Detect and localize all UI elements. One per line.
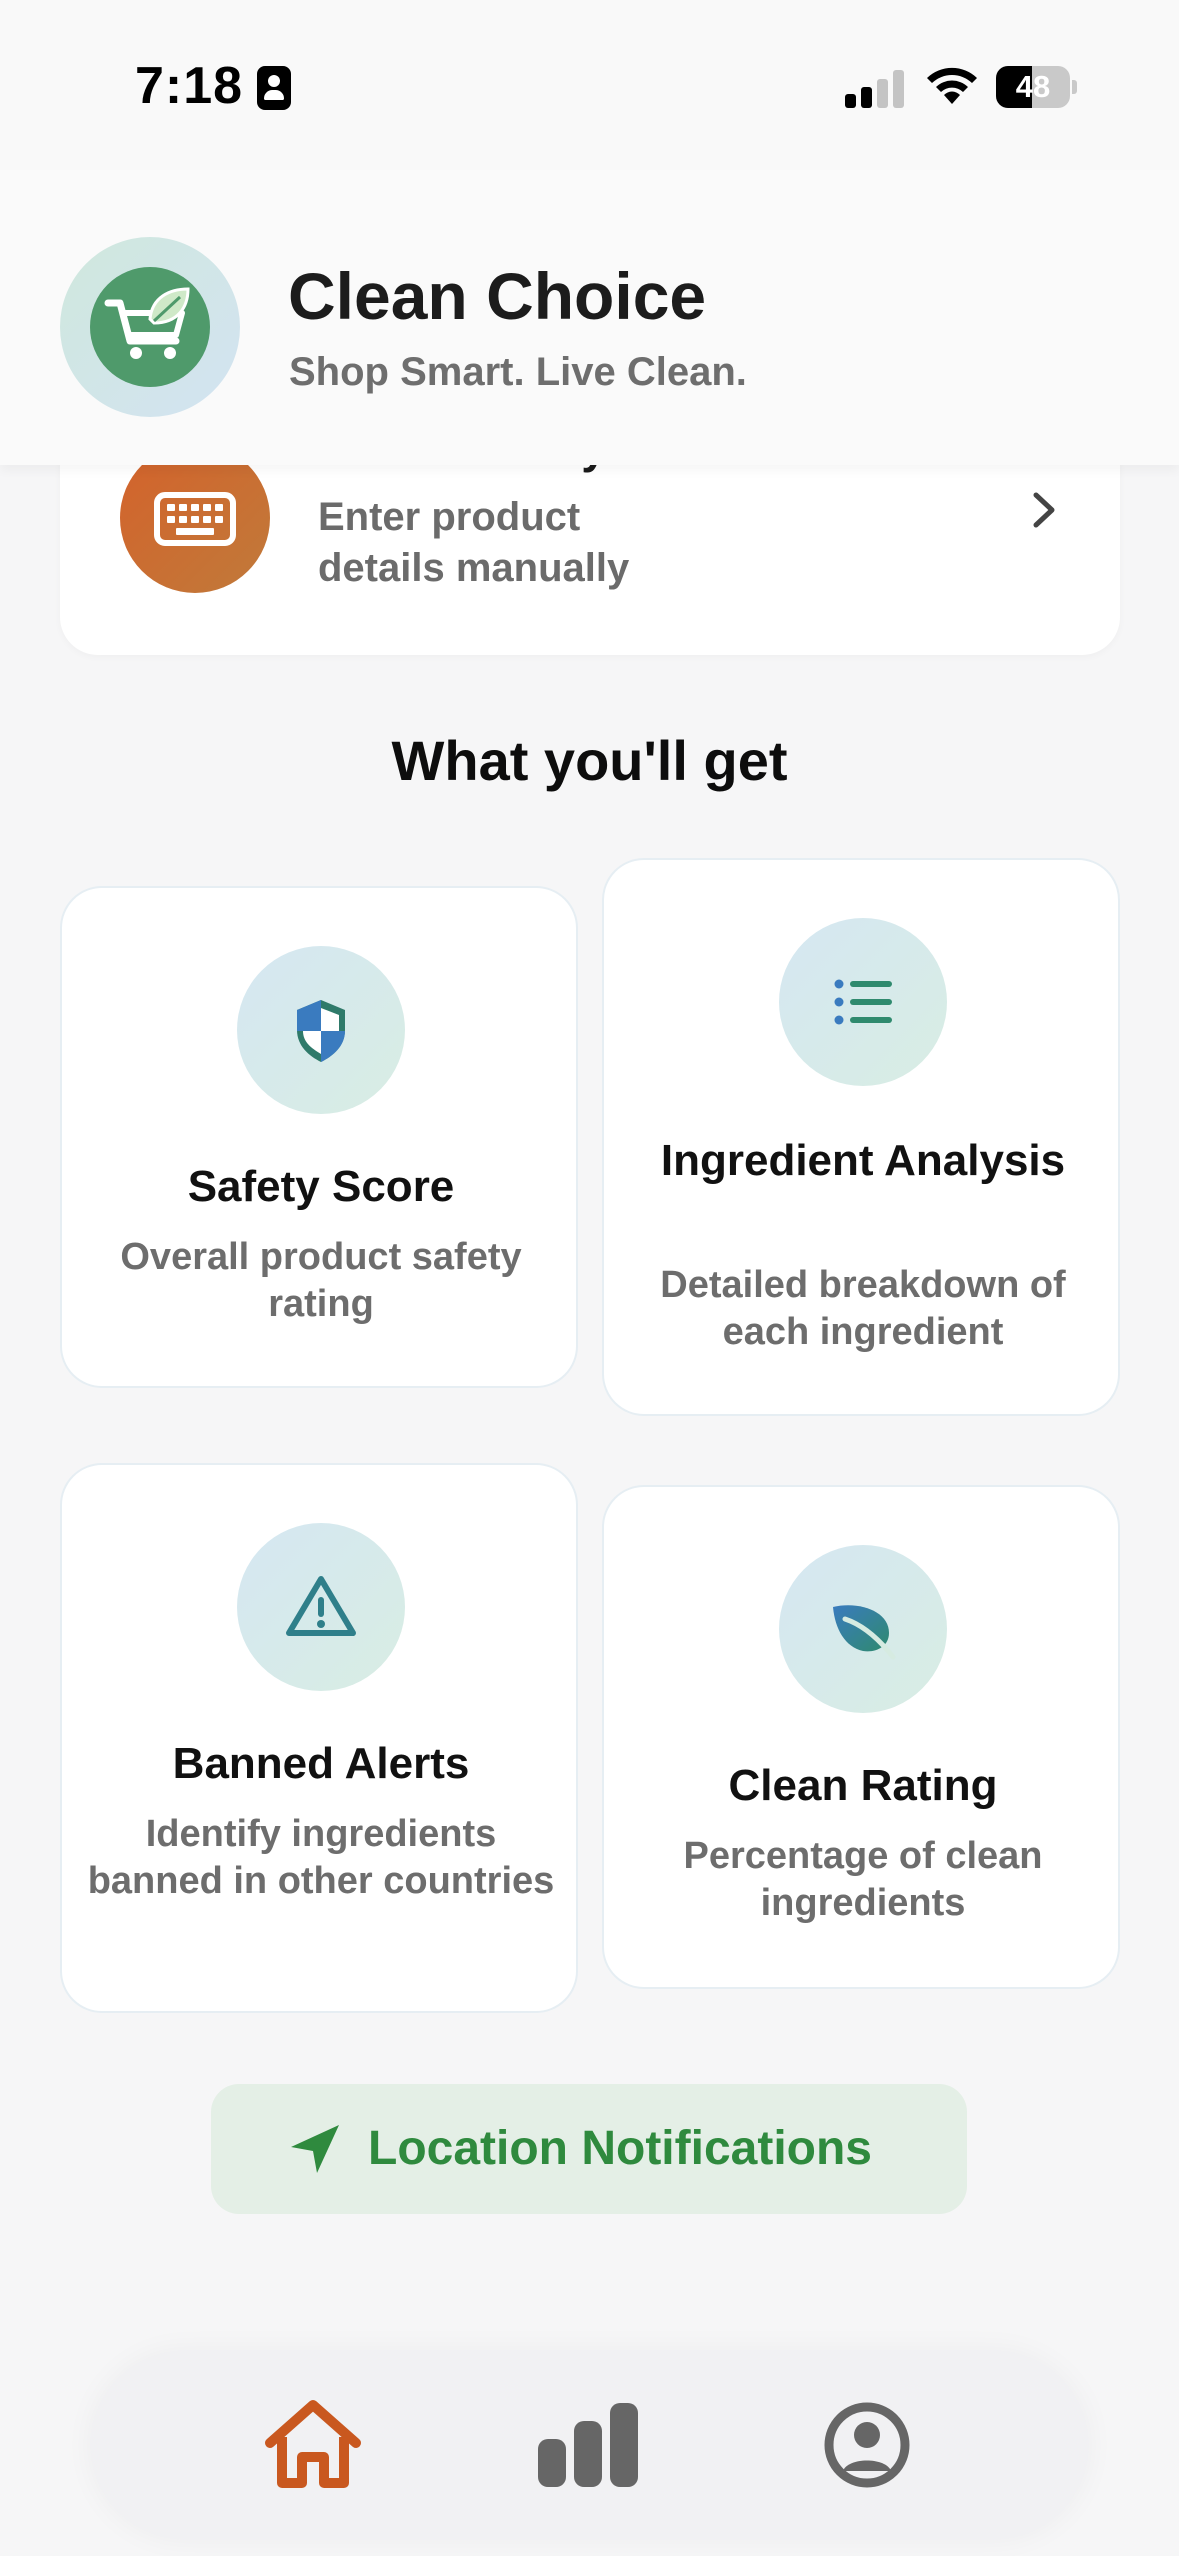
feature-card-banned-alerts: Banned Alerts Identify ingredients banne… xyxy=(60,1463,578,2013)
keyboard-icon xyxy=(154,492,236,546)
leaf-icon xyxy=(833,1605,896,1660)
shopping-cart-leaf-icon xyxy=(104,287,190,359)
app-title: Clean Choice xyxy=(288,259,707,333)
tab-bar xyxy=(90,2350,1089,2540)
app-tagline: Shop Smart. Live Clean. xyxy=(289,350,747,394)
manual-entry-icon-badge xyxy=(120,443,270,593)
feature-icon-badge xyxy=(779,918,947,1086)
location-notifications-label: Location Notifications xyxy=(368,2122,872,2175)
list-icon xyxy=(834,979,892,1025)
feature-title: Banned Alerts xyxy=(172,1739,470,1788)
feature-description: Percentage of clean ingredients xyxy=(683,1835,1043,1924)
feature-icon-badge xyxy=(237,1523,405,1691)
portrait-lock-icon xyxy=(257,66,291,110)
warning-icon xyxy=(286,1576,356,1636)
feature-title: Clean Rating xyxy=(728,1761,998,1810)
tab-home[interactable] xyxy=(258,2395,368,2495)
battery-level: 48 xyxy=(1015,69,1051,104)
status-time: 7:18 xyxy=(135,57,244,115)
app-header: Clean Choice Shop Smart. Live Clean. xyxy=(0,170,1179,465)
feature-description: Detailed breakdown of each ingredient xyxy=(660,1264,1066,1353)
bar-chart-icon xyxy=(538,2403,638,2487)
tab-profile[interactable] xyxy=(812,2395,922,2495)
battery-icon: 48 xyxy=(996,66,1077,108)
feature-icon-badge xyxy=(779,1545,947,1713)
feature-card-ingredient-analysis: Ingredient Analysis Detailed breakdown o… xyxy=(602,858,1120,1416)
shield-icon xyxy=(297,1000,345,1062)
cellular-signal-icon xyxy=(845,70,905,108)
wifi-icon xyxy=(927,67,977,104)
location-arrow-icon xyxy=(291,2125,339,2173)
manual-entry-description: Enter product details manually xyxy=(318,495,630,590)
feature-title: Safety Score xyxy=(187,1162,455,1211)
feature-description: Identify ingredients banned in other cou… xyxy=(87,1813,555,1902)
app-logo xyxy=(60,237,240,417)
section-title: What you'll get xyxy=(391,729,788,792)
screen: 7:18 48 Clean Choice Shop Smart. Live Cl… xyxy=(0,0,1179,2556)
feature-title: Ingredient Analysis xyxy=(660,1136,1066,1185)
status-bar: 7:18 48 xyxy=(0,0,1179,170)
location-notifications-button[interactable]: Location Notifications xyxy=(211,2084,967,2214)
tab-stats[interactable] xyxy=(534,2395,644,2495)
chevron-right-icon xyxy=(1033,492,1055,528)
feature-card-clean-rating: Clean Rating Percentage of clean ingredi… xyxy=(602,1485,1120,1989)
profile-icon xyxy=(824,2402,910,2488)
home-icon xyxy=(265,2400,361,2488)
feature-icon-badge xyxy=(237,946,405,1114)
feature-card-safety-score: Safety Score Overall product safety rati… xyxy=(60,886,578,1388)
feature-description: Overall product safety rating xyxy=(120,1236,522,1325)
